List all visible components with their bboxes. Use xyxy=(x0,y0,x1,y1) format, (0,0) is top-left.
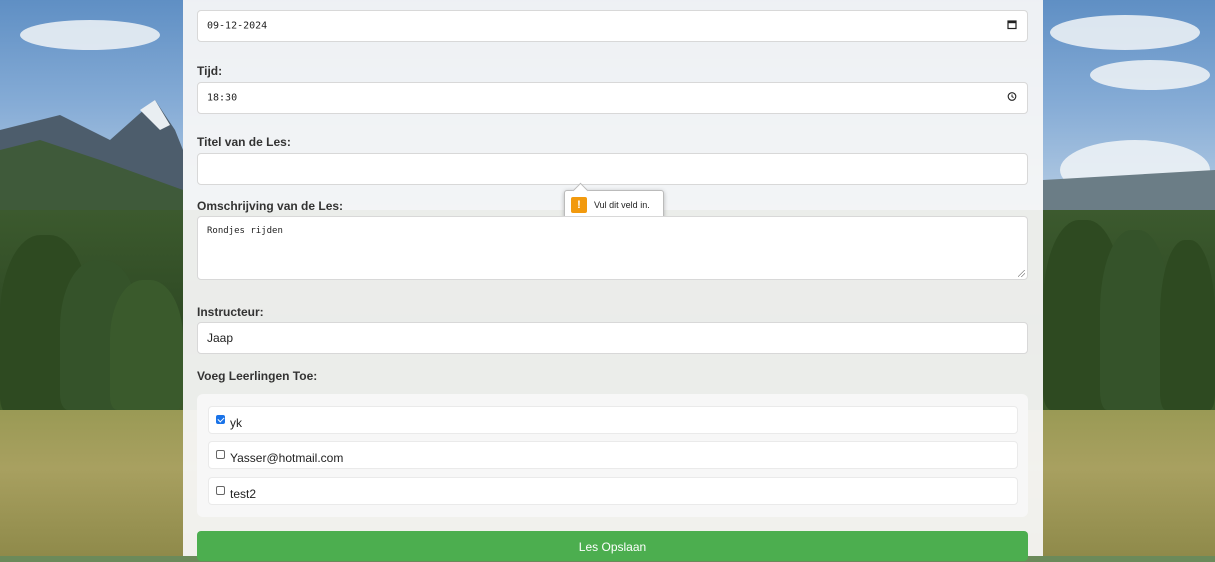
validation-message: Vul dit veld in. xyxy=(594,200,650,210)
student-name: yk xyxy=(230,416,242,430)
date-value: 09-12-2024 xyxy=(207,20,268,32)
student-name: test2 xyxy=(230,487,257,501)
save-lesson-button[interactable]: Les Opslaan xyxy=(197,531,1028,561)
time-input[interactable]: 18:30 xyxy=(197,82,1028,114)
description-label: Omschrijving van de Les: xyxy=(197,199,344,213)
instructor-value: Jaap xyxy=(207,331,234,345)
student-checkbox-yasser[interactable] xyxy=(216,450,225,459)
student-item-yk[interactable]: yk xyxy=(208,406,1018,434)
students-label: Voeg Leerlingen Toe: xyxy=(197,369,318,383)
description-textarea[interactable]: Rondjes rijden xyxy=(197,216,1028,280)
warning-icon: ! xyxy=(571,197,587,213)
instructor-input[interactable]: Jaap xyxy=(197,322,1028,354)
student-item-test2[interactable]: test2 xyxy=(208,477,1018,505)
calendar-icon[interactable] xyxy=(1007,20,1017,33)
student-name: Yasser@hotmail.com xyxy=(230,451,344,465)
resize-handle-icon[interactable] xyxy=(1018,270,1025,277)
instructor-label: Instructeur: xyxy=(197,305,264,319)
student-item-yasser[interactable]: Yasser@hotmail.com xyxy=(208,441,1018,469)
description-value: Rondjes rijden xyxy=(207,226,283,236)
title-label: Titel van de Les: xyxy=(197,135,291,149)
time-value: 18:30 xyxy=(207,92,238,104)
time-label: Tijd: xyxy=(197,64,223,78)
student-checkbox-test2[interactable] xyxy=(216,486,225,495)
clock-icon[interactable] xyxy=(1007,92,1017,105)
students-list: yk Yasser@hotmail.com test2 xyxy=(197,394,1028,517)
date-input[interactable]: 09-12-2024 xyxy=(197,10,1028,42)
title-input[interactable] xyxy=(197,153,1028,185)
student-checkbox-yk[interactable] xyxy=(216,415,225,424)
